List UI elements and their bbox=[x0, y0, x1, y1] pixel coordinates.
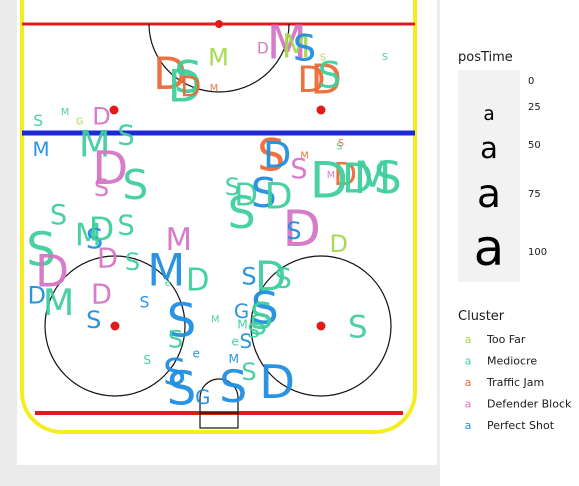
data-point-44: S bbox=[382, 52, 388, 63]
data-point-63: S bbox=[228, 188, 256, 239]
color-legend-key-2: a bbox=[465, 376, 472, 389]
size-legend-label-0: 0 bbox=[528, 76, 534, 87]
color-legend-key-1: a bbox=[465, 355, 472, 368]
data-point-57: S bbox=[374, 153, 402, 204]
size-legend-glyph-25: a bbox=[483, 104, 494, 125]
data-point-76: e bbox=[231, 334, 239, 348]
data-point-34: e bbox=[165, 278, 171, 289]
data-point-31: e bbox=[193, 346, 201, 360]
data-point-27: S bbox=[168, 325, 183, 353]
size-legend-label-25: 25 bbox=[528, 102, 541, 113]
data-point-33: M bbox=[211, 314, 219, 325]
size-legend-glyph-75: a bbox=[477, 171, 501, 217]
data-point-66: D bbox=[329, 230, 347, 258]
data-point-35: M bbox=[208, 44, 229, 72]
size-legend-glyph-100: a bbox=[474, 219, 505, 277]
data-point-80: S bbox=[219, 362, 247, 413]
data-point-21: M bbox=[43, 281, 75, 324]
color-legend-key-0: a bbox=[465, 333, 472, 346]
color-legend-label-2: Traffic Jam bbox=[486, 376, 544, 389]
color-legend-key-4: a bbox=[465, 419, 472, 432]
data-point-23: S bbox=[86, 306, 101, 334]
data-point-85: S bbox=[338, 138, 344, 149]
data-point-0: S bbox=[33, 112, 43, 130]
size-legend-glyph-50: a bbox=[480, 131, 498, 165]
data-point-1: M bbox=[61, 107, 69, 118]
data-point-75: S bbox=[250, 310, 267, 341]
data-point-12: D bbox=[89, 209, 115, 248]
color-legend-label-3: Defender Block bbox=[487, 398, 572, 411]
data-point-2: M bbox=[32, 138, 49, 161]
data-point-17: S bbox=[125, 248, 140, 276]
faceoff-dot-right bbox=[316, 321, 326, 331]
data-point-65: S bbox=[286, 217, 301, 245]
data-point-7: S bbox=[122, 161, 148, 209]
data-point-81: D bbox=[259, 355, 295, 409]
data-point-28: S bbox=[143, 353, 151, 367]
color-legend-title: Cluster bbox=[458, 309, 505, 324]
data-point-82: S bbox=[348, 310, 367, 345]
data-point-48: D bbox=[180, 72, 201, 103]
data-point-30: S bbox=[167, 361, 197, 415]
color-legend-label-1: Mediocre bbox=[487, 355, 537, 368]
data-point-13: S bbox=[117, 211, 134, 242]
color-legend-entries: a Too Far a Mediocre a Traffic Jam a Defender B… bbox=[465, 333, 572, 432]
data-point-24: S bbox=[140, 293, 150, 311]
data-point-86: G bbox=[76, 116, 84, 127]
center-dot bbox=[215, 20, 223, 28]
data-point-77: S bbox=[240, 330, 253, 353]
data-point-49: M bbox=[210, 83, 218, 94]
legend: posTime 0255075100 aaaa Cluster a Too Far… bbox=[458, 50, 572, 432]
color-legend-label-4: Perfect Shot bbox=[487, 419, 555, 432]
neutral-zone-dot-left bbox=[109, 105, 119, 115]
data-point-16: D bbox=[97, 244, 118, 275]
size-legend-label-100: 100 bbox=[528, 247, 547, 258]
size-legend-title: posTime bbox=[458, 50, 513, 65]
color-legend-key-3: a bbox=[465, 398, 472, 411]
data-point-83: M bbox=[327, 170, 335, 181]
faceoff-dot-left bbox=[110, 321, 120, 331]
chart-svg: S MMDSMDSSSMSD SSD D SMMDM DSSDSSS SSeGMeM DMMS… bbox=[0, 0, 572, 486]
data-point-84: M bbox=[300, 150, 308, 161]
color-legend-label-0: Too Far bbox=[486, 333, 526, 346]
neutral-zone-dot-right bbox=[316, 105, 326, 115]
data-point-8: S bbox=[94, 174, 109, 202]
data-point-32: G bbox=[195, 386, 210, 409]
size-legend-label-50: 50 bbox=[528, 140, 541, 151]
size-legend-label-75: 75 bbox=[528, 189, 541, 200]
size-legend-ticks: 0 25 50 75 100 bbox=[528, 76, 547, 258]
data-point-43: S bbox=[320, 53, 326, 64]
